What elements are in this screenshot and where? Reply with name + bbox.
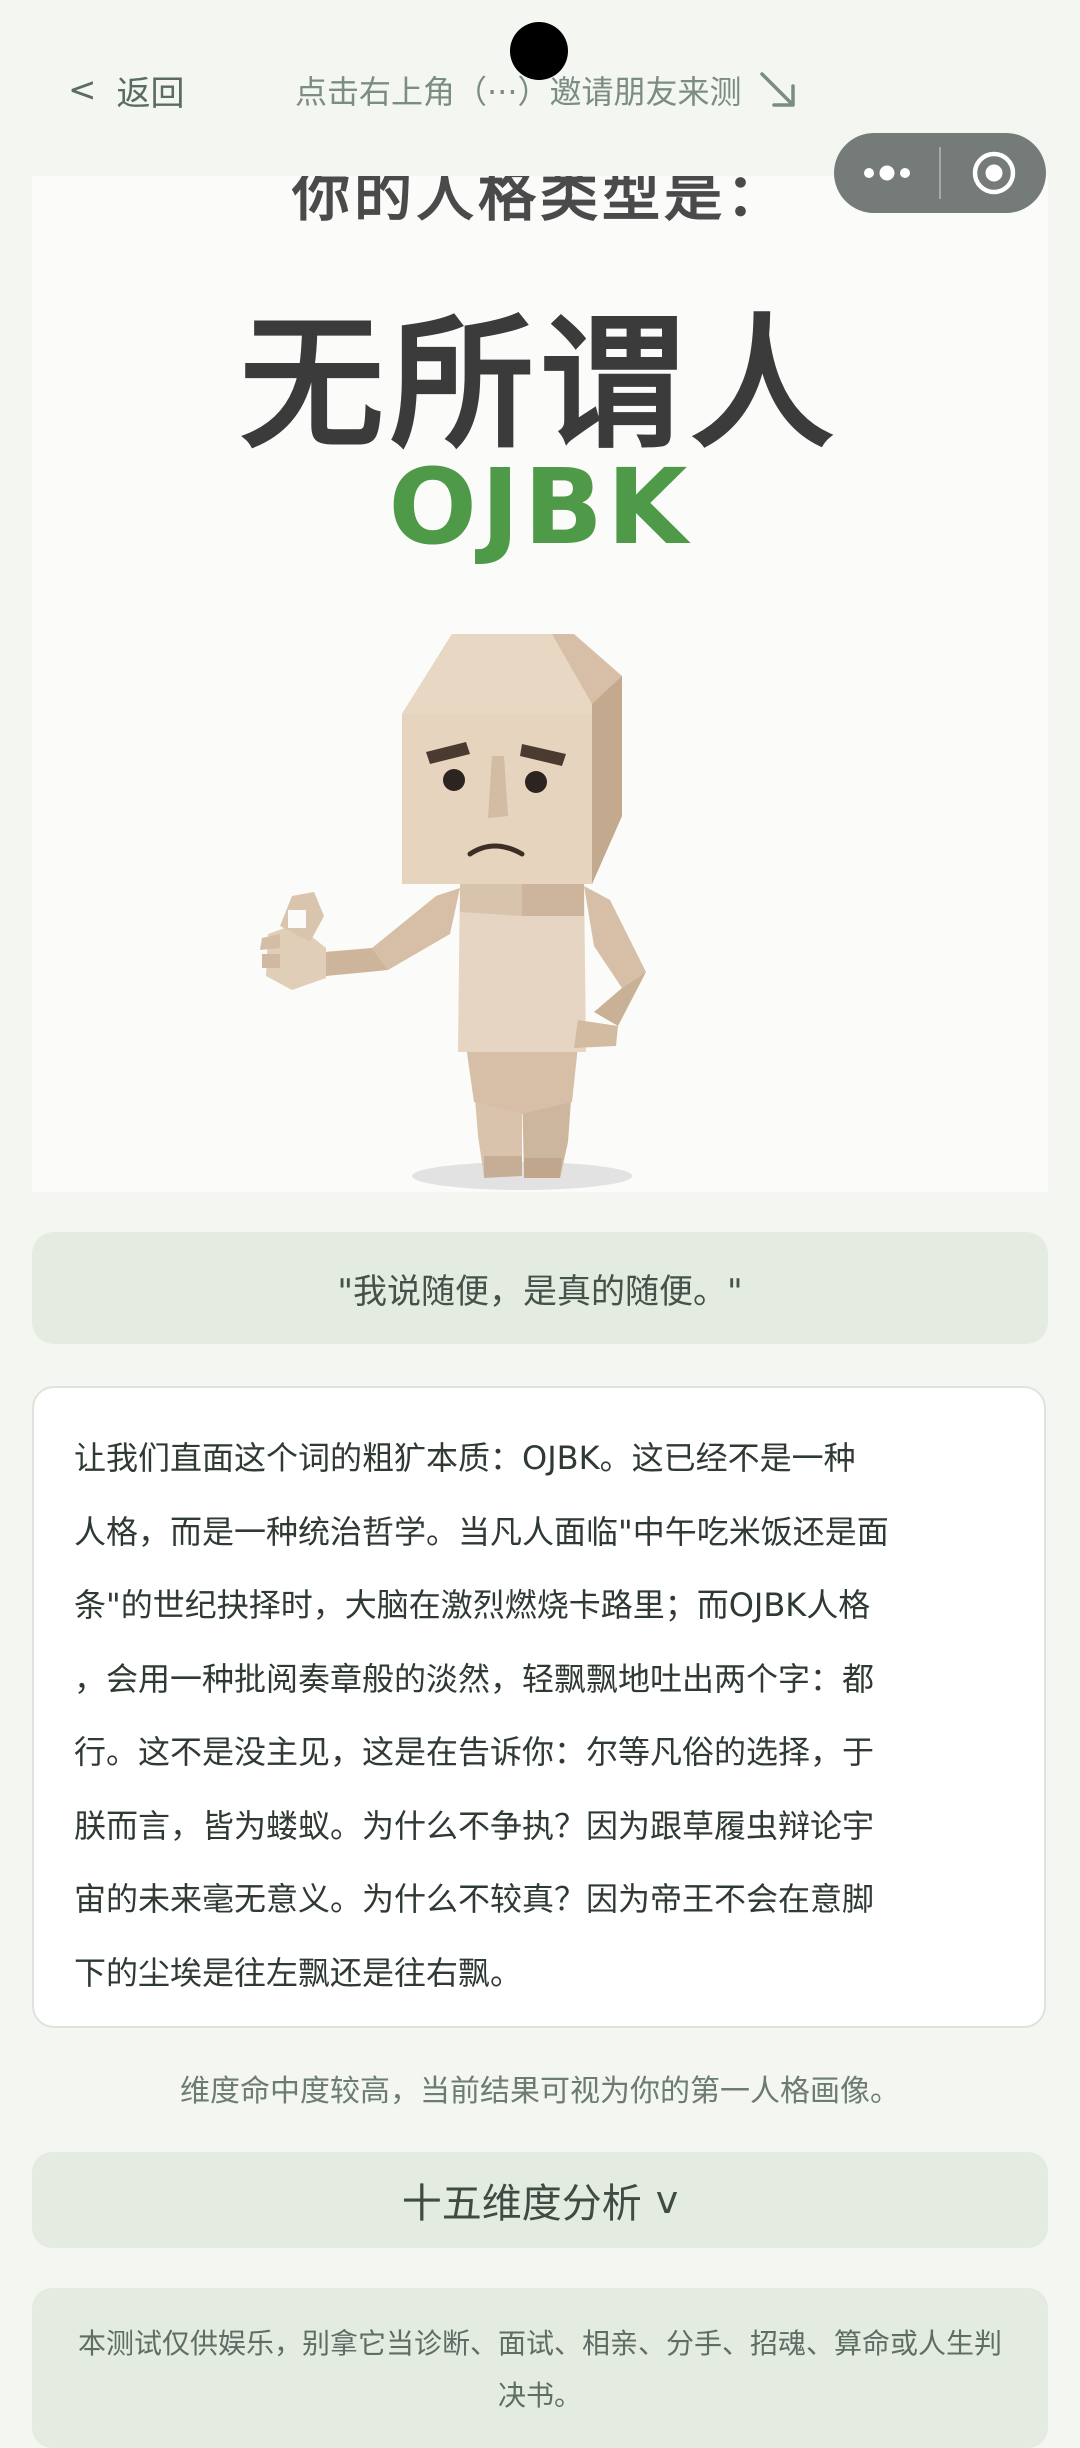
personality-type-code: OJBK [388,446,692,568]
chevron-down-icon: v [655,2178,679,2222]
personality-type-name: 无所谓人 [239,300,840,468]
description-line: 条"的世纪抉择时，大脑在激烈燃烧卡路里；而OJBK人格 [74,1586,871,1624]
back-label: 返回 [116,73,185,114]
match-note: 维度命中度较高，当前结果可视为你的第一人格画像。 [180,2074,900,2109]
description-line: 行。这不是没主见，这是在告诉你：尔等凡俗的选择，于 [74,1733,875,1771]
more-button[interactable] [834,133,939,213]
dimension-analysis-button[interactable]: 十五维度分析 v [32,2152,1048,2248]
description-line: 下的尘埃是往左飘还是往右飘。 [74,1953,523,1992]
close-program-button[interactable] [941,133,1046,213]
more-dots-icon [863,165,910,181]
target-circle-icon [972,151,1015,195]
blocky-figure-illustration [260,634,646,1190]
description-line: ，会用一种批阅奏章般的淡然，轻飘飘地吐出两个字：都 [74,1659,875,1698]
description-line: 人格，而是一种统治哲学。当凡人面临"中午吃米饭还是面 [74,1512,889,1551]
invite-hint-text: 点击右上角（···）邀请朋友来测 [295,73,742,111]
mini-program-capsule [834,133,1046,213]
chevron-left-icon: < [68,70,97,110]
invite-hint: 点击右上角（···）邀请朋友来测 [295,60,800,120]
arrow-down-right-icon [759,72,795,107]
description-card: 让我们直面这个词的粗犷本质：OJBK。这已经不是一种 人格，而是一种统治哲学。当… [32,1386,1046,2028]
description-line: 朕而言，皆为蝼蚁。为什么不争执？因为跟草履虫辩论宇 [74,1806,875,1845]
description-line: 宙的未来毫无意义。为什么不较真？因为帝王不会在意脚 [74,1880,875,1918]
dimension-analysis-label: 十五维度分析 [401,2181,642,2227]
description-line: 让我们直面这个词的粗犷本质：OJBK。这已经不是一种 [74,1439,856,1477]
result-image: 你的人格类型是： 无所谓人 OJBK [32,176,1048,1192]
back-button[interactable]: < 返回 [68,60,185,120]
disclaimer: 本测试仅供娱乐，别拿它当诊断、面试、相亲、分手、招魂、算命或人生判决书。 [32,2288,1048,2448]
top-nav-bar: < 返回 点击右上角（···）邀请朋友来测 [0,60,1080,120]
personality-quote: "我说随便，是真的随便。" [32,1232,1048,1344]
